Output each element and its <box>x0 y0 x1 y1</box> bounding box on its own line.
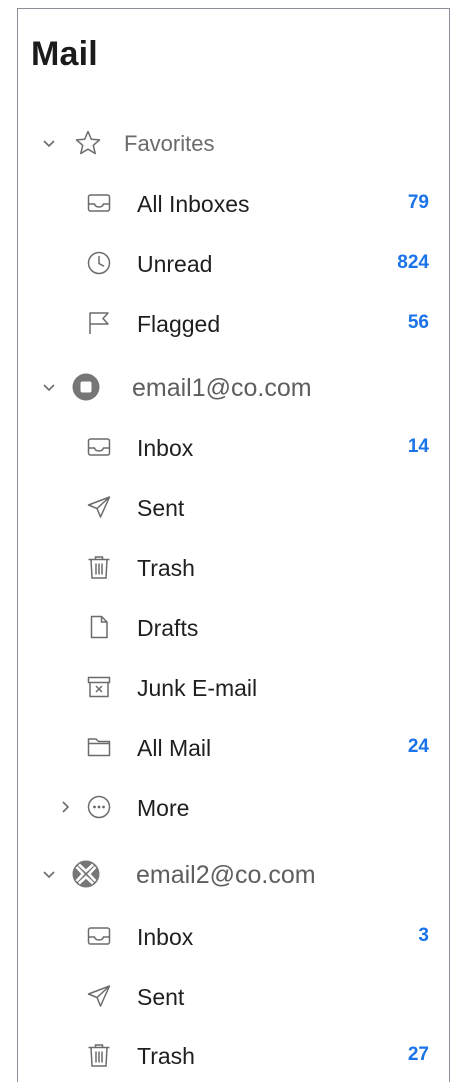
chevron-right-icon[interactable] <box>58 800 72 814</box>
favorites-item-flagged[interactable]: Flagged 56 <box>18 295 449 351</box>
chevron-down-icon[interactable] <box>42 867 56 881</box>
folder-inbox[interactable]: Inbox 3 <box>18 908 449 964</box>
inbox-tray-icon <box>86 434 112 460</box>
unread-count: 824 <box>397 252 429 273</box>
folder-all-mail[interactable]: All Mail 24 <box>18 719 449 775</box>
unread-count: 79 <box>407 192 429 213</box>
favorites-item-unread[interactable]: Unread 824 <box>18 235 449 291</box>
account-email: email1@co.com <box>132 374 312 402</box>
account-header-email1[interactable]: email1@co.com <box>18 359 449 415</box>
item-label: Inbox <box>137 924 194 950</box>
account-header-email2[interactable]: email2@co.com <box>18 846 449 902</box>
folder-icon <box>86 734 112 760</box>
flag-icon <box>86 310 112 336</box>
junk-icon <box>86 674 112 700</box>
account-avatar-x-icon <box>72 860 100 888</box>
item-label: All Mail <box>137 735 212 761</box>
paper-plane-icon <box>86 983 112 1009</box>
item-label: Drafts <box>137 615 199 641</box>
paper-plane-icon <box>86 494 112 520</box>
app-title: Mail <box>31 35 98 73</box>
folder-sent[interactable]: Sent <box>18 479 449 535</box>
item-label: All Inboxes <box>137 191 250 217</box>
clock-icon <box>86 250 112 276</box>
folder-trash[interactable]: Trash <box>18 539 449 595</box>
chevron-down-icon[interactable] <box>42 380 56 394</box>
item-label: Unread <box>137 251 213 277</box>
favorites-item-all-inboxes[interactable]: All Inboxes 79 <box>18 175 449 231</box>
folder-sent[interactable]: Sent <box>18 968 449 1024</box>
item-label: More <box>137 795 190 821</box>
document-icon <box>86 614 112 640</box>
item-label: Flagged <box>137 311 221 337</box>
item-label: Junk E-mail <box>137 675 258 701</box>
unread-count: 27 <box>407 1044 429 1065</box>
item-label: Trash <box>137 555 195 581</box>
item-label: Inbox <box>137 435 194 461</box>
folder-inbox[interactable]: Inbox 14 <box>18 419 449 475</box>
more-icon <box>86 794 112 820</box>
favorites-header[interactable]: Favorites <box>18 115 449 171</box>
folder-more[interactable]: More <box>18 779 449 835</box>
inbox-tray-icon <box>86 190 112 216</box>
account-avatar-icon <box>72 373 100 401</box>
item-label: Sent <box>137 984 185 1010</box>
unread-count: 56 <box>407 312 429 333</box>
item-label: Trash <box>137 1043 195 1069</box>
chevron-down-icon[interactable] <box>42 136 56 150</box>
folder-junk[interactable]: Junk E-mail <box>18 659 449 715</box>
folder-drafts[interactable]: Drafts <box>18 599 449 655</box>
trash-icon <box>86 1042 112 1068</box>
trash-icon <box>86 554 112 580</box>
item-label: Sent <box>137 495 185 521</box>
unread-count: 14 <box>407 436 429 457</box>
unread-count: 3 <box>418 925 429 946</box>
star-icon <box>74 129 102 157</box>
inbox-tray-icon <box>86 923 112 949</box>
favorites-label: Favorites <box>124 131 215 156</box>
folder-trash[interactable]: Trash 27 <box>18 1027 449 1083</box>
mail-folder-pane: Mail Favorites All Inboxes 79 Unread 824… <box>17 8 450 1082</box>
account-email: email2@co.com <box>136 861 316 889</box>
unread-count: 24 <box>407 736 429 757</box>
